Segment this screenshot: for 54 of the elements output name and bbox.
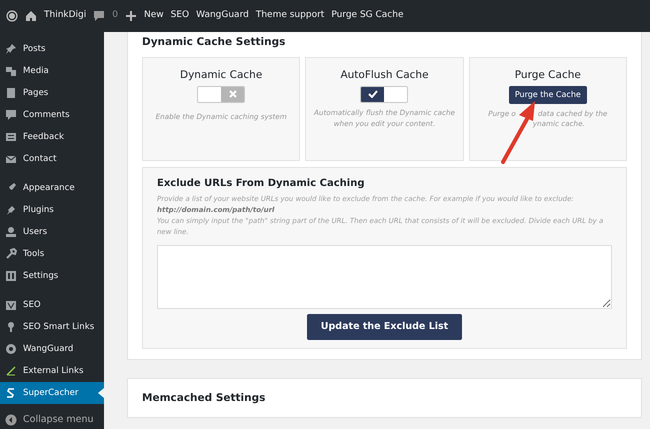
sidebar-item[interactable]: Media xyxy=(0,60,104,82)
sidebar-item[interactable]: Posts xyxy=(0,38,104,60)
section-title: Dynamic Cache Settings xyxy=(142,35,286,50)
update-button[interactable]: Update the Exclude List xyxy=(306,314,462,340)
card-title: Dynamic Cache xyxy=(179,68,264,83)
sidebar-item[interactable]: Pages xyxy=(0,82,104,104)
circle-icon xyxy=(5,343,17,355)
swirl-icon xyxy=(5,387,17,399)
person-icon xyxy=(5,226,17,238)
sidebar-item[interactable]: SEO xyxy=(0,294,104,316)
comment-count[interactable]: 0 xyxy=(112,9,118,23)
speech-bubble-icon[interactable] xyxy=(93,10,106,22)
sliders-icon xyxy=(5,270,17,282)
sidebar-item[interactable]: External Links xyxy=(0,360,104,382)
home-icon[interactable] xyxy=(25,10,37,22)
images-icon xyxy=(5,65,17,77)
sidebar-item[interactable]: WangGuard xyxy=(0,338,104,360)
sidebar-item[interactable]: SEO Smart Links xyxy=(0,316,104,338)
sidebar-item[interactable]: Tools xyxy=(0,243,104,265)
sidebar-item[interactable]: Comments xyxy=(0,104,104,126)
toolbar-link[interactable]: SEO xyxy=(170,9,190,23)
card-title: AutoFlush Cache xyxy=(339,68,430,83)
sidebar-item[interactable]: SuperCacher xyxy=(0,382,104,404)
toolbar-link[interactable]: WangGuard xyxy=(196,9,249,23)
sidebar-item[interactable]: Users xyxy=(0,221,104,243)
check-icon xyxy=(368,90,378,98)
plug-icon xyxy=(5,204,17,216)
sidebar-item[interactable]: Feedback xyxy=(0,126,104,148)
site-name-link[interactable]: ThinkDigi xyxy=(44,9,86,23)
sidebar-item[interactable]: Plugins xyxy=(0,199,104,221)
sidebar-item[interactable]: Appearance xyxy=(0,177,104,199)
sidebar-item[interactable]: Settings xyxy=(0,265,104,287)
page-icon xyxy=(5,87,17,99)
list-icon xyxy=(5,131,17,143)
toggle-switch[interactable] xyxy=(197,86,246,102)
envelope-icon xyxy=(5,153,17,165)
speech-bubble-icon xyxy=(5,109,17,121)
cross-icon xyxy=(228,90,237,98)
toolbar-link[interactable]: Purge SG Cache xyxy=(331,9,404,23)
new-link[interactable]: New xyxy=(144,9,164,23)
panel-title: Exclude URLs From Dynamic Caching xyxy=(157,176,366,191)
card-title: Purge Cache xyxy=(514,68,582,83)
toggle-switch[interactable] xyxy=(360,86,408,102)
sidebar-item[interactable]: Contact xyxy=(0,148,104,170)
purge-button[interactable]: Purge the Cache xyxy=(508,86,587,104)
toolbar-link[interactable]: Theme support xyxy=(256,9,324,23)
wrench-icon xyxy=(5,248,17,260)
pushpin-icon xyxy=(5,43,17,55)
section-title: Memcached Settings xyxy=(142,390,266,406)
plus-icon[interactable] xyxy=(125,10,137,22)
logo-icon[interactable] xyxy=(6,10,18,22)
pencil-icon xyxy=(5,365,17,377)
notch-icon xyxy=(98,388,104,398)
collapse-menu-button[interactable]: Collapse menu xyxy=(0,411,104,429)
